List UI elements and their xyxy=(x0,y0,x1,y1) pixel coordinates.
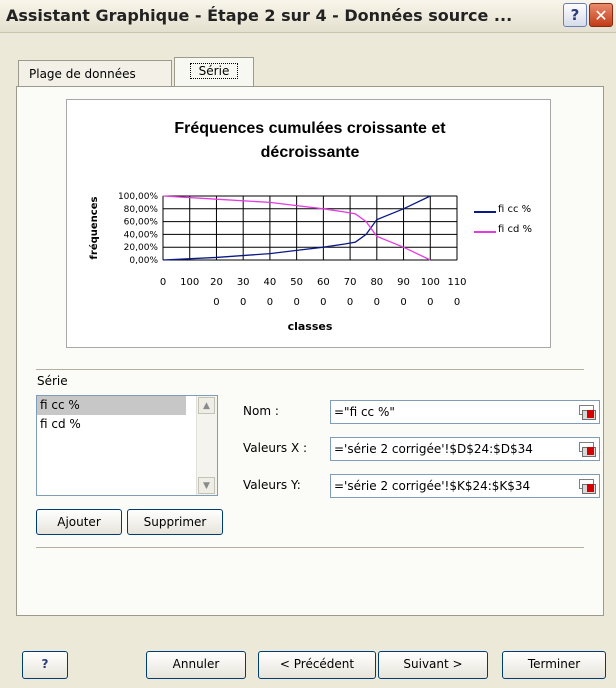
finish-button[interactable]: Terminer xyxy=(502,651,606,679)
scroll-up-icon[interactable]: ▲ xyxy=(198,397,215,414)
help-button[interactable]: ? xyxy=(563,3,587,27)
valeurs-y-label: Valeurs Y: xyxy=(243,478,301,492)
list-item[interactable]: fi cd % xyxy=(37,415,217,434)
nom-field[interactable]: ="fi cc %" xyxy=(330,400,600,424)
separator xyxy=(36,369,584,370)
chart-legend: fi cc % fi cd % xyxy=(470,201,552,246)
tab-plage-de-donnees[interactable]: Plage de données xyxy=(18,60,172,86)
cancel-button[interactable]: Annuler xyxy=(146,651,246,679)
serie-listbox[interactable]: fi cc % fi cd % ▲ ▼ xyxy=(36,395,218,496)
valeurs-x-value: ='série 2 corrigée'!$D$24:$D$34 xyxy=(334,442,533,456)
title-bar: Assistant Graphique - Étape 2 sur 4 - Do… xyxy=(0,0,616,33)
nom-label: Nom : xyxy=(243,404,279,418)
add-button[interactable]: Ajouter xyxy=(36,509,122,535)
valeurs-x-label: Valeurs X : xyxy=(243,441,308,455)
serie-label: Série xyxy=(37,374,68,388)
tab-serie[interactable]: Série xyxy=(174,57,254,87)
legend-label: fi cd % xyxy=(498,224,533,235)
valeurs-y-value: ='série 2 corrigée'!$K$24:$K$34 xyxy=(334,479,531,493)
separator xyxy=(36,547,584,548)
legend-item-fi-cd: fi cd % xyxy=(470,221,552,241)
list-item[interactable]: fi cc % xyxy=(37,396,186,415)
valeurs-x-field[interactable]: ='série 2 corrigée'!$D$24:$D$34 xyxy=(330,437,600,461)
previous-button[interactable]: < Précédent xyxy=(258,651,376,679)
window-title: Assistant Graphique - Étape 2 sur 4 - Do… xyxy=(6,6,513,25)
scroll-down-icon[interactable]: ▼ xyxy=(198,477,215,494)
legend-label: fi cc % xyxy=(498,204,532,215)
tab-label: Série xyxy=(189,63,239,79)
legend-item-fi-cc: fi cc % xyxy=(470,201,552,221)
collapse-dialog-icon[interactable] xyxy=(578,478,596,494)
next-button[interactable]: Suivant > xyxy=(378,651,488,679)
legend-swatch xyxy=(474,231,496,233)
nom-value: ="fi cc %" xyxy=(334,405,395,419)
close-button[interactable]: ✕ xyxy=(589,3,613,27)
collapse-dialog-icon[interactable] xyxy=(578,441,596,457)
listbox-scrollbar[interactable]: ▲ ▼ xyxy=(196,396,217,495)
collapse-dialog-icon[interactable] xyxy=(578,404,596,420)
office-assistant-help-button[interactable]: ? xyxy=(22,651,68,679)
valeurs-y-field[interactable]: ='série 2 corrigée'!$K$24:$K$34 xyxy=(330,474,600,498)
tab-label: Plage de données xyxy=(29,67,136,81)
remove-button[interactable]: Supprimer xyxy=(127,509,223,535)
legend-swatch xyxy=(474,211,496,213)
